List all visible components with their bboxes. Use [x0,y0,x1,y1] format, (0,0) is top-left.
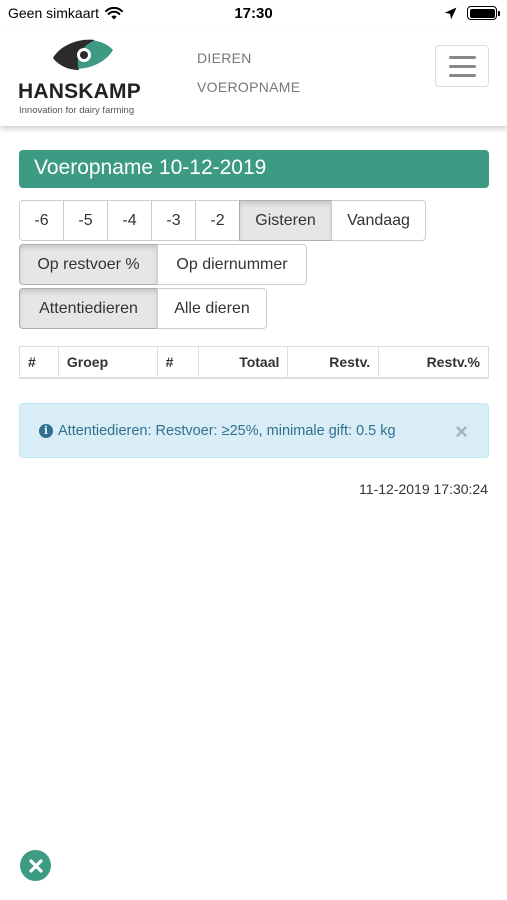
column-header-restv[interactable]: Restv. [287,346,380,379]
filter-button-attentiedieren[interactable]: Attentiedieren [19,288,158,329]
day-button-minus-2[interactable]: -2 [195,200,240,241]
day-button-minus-4[interactable]: -4 [107,200,152,241]
table-header-row: # Groep # Totaal Restv. Restv.% [19,346,489,379]
battery-icon [467,6,500,20]
hamburger-line [448,73,476,77]
day-selector: -6 -5 -4 -3 -2 Gisteren Vandaag [19,200,426,241]
filter-button-alle-dieren[interactable]: Alle dieren [157,288,267,329]
info-alert: i Attentiedieren: Restvoer: ≥25%, minima… [19,403,489,458]
sort-button-diernummer[interactable]: Op diernummer [157,244,307,285]
last-updated-timestamp: 11-12-2019 17:30:24 [359,481,488,497]
column-header-number-2[interactable]: # [156,346,199,379]
hanskamp-logo[interactable]: HANSKAMP Innovation for dairy farming [18,36,153,116]
menu-toggle-button[interactable] [435,45,489,87]
feed-intake-table: # Groep # Totaal Restv. Restv.% [19,346,489,379]
close-circle-icon [28,858,43,873]
status-time: 17:30 [234,5,273,22]
day-button-minus-6[interactable]: -6 [19,200,64,241]
sort-button-restvoer[interactable]: Op restvoer % [19,244,158,285]
day-button-vandaag[interactable]: Vandaag [331,200,426,241]
nav-link-voeropname[interactable]: VOEROPNAME [197,79,300,108]
hamburger-menu-icon [448,55,476,59]
navbar: HANSKAMP Innovation for dairy farming DI… [0,28,507,126]
logo-mark-icon [53,39,113,70]
column-header-number[interactable]: # [19,346,59,379]
logo-tagline: Innovation for dairy farming [19,105,135,116]
logo-wordmark: HANSKAMP [18,80,141,103]
info-circle-icon: i [39,423,53,438]
nav-links: DIEREN VOEROPNAME [197,50,300,108]
alert-text: Attentiedieren: Restvoer: ≥25%, minimale… [58,422,396,439]
close-icon[interactable]: × [455,421,468,443]
column-header-totaal[interactable]: Totaal [197,346,289,379]
day-button-gisteren[interactable]: Gisteren [239,200,332,241]
status-bar: Geen simkaart 17:30 [0,0,507,28]
column-header-restv-percent[interactable]: Restv.% [378,346,489,379]
day-button-minus-5[interactable]: -5 [63,200,108,241]
day-button-minus-3[interactable]: -3 [151,200,196,241]
page-title: Voeropname 10-12-2019 [19,150,489,188]
sort-selector: Op restvoer % Op diernummer [19,244,307,285]
nav-link-dieren[interactable]: DIEREN [197,50,300,79]
location-arrow-icon [444,7,457,19]
filter-selector: Attentiedieren Alle dieren [19,288,267,329]
column-header-groep[interactable]: Groep [57,346,158,379]
exit-button[interactable] [20,850,51,881]
hamburger-line [448,64,476,68]
